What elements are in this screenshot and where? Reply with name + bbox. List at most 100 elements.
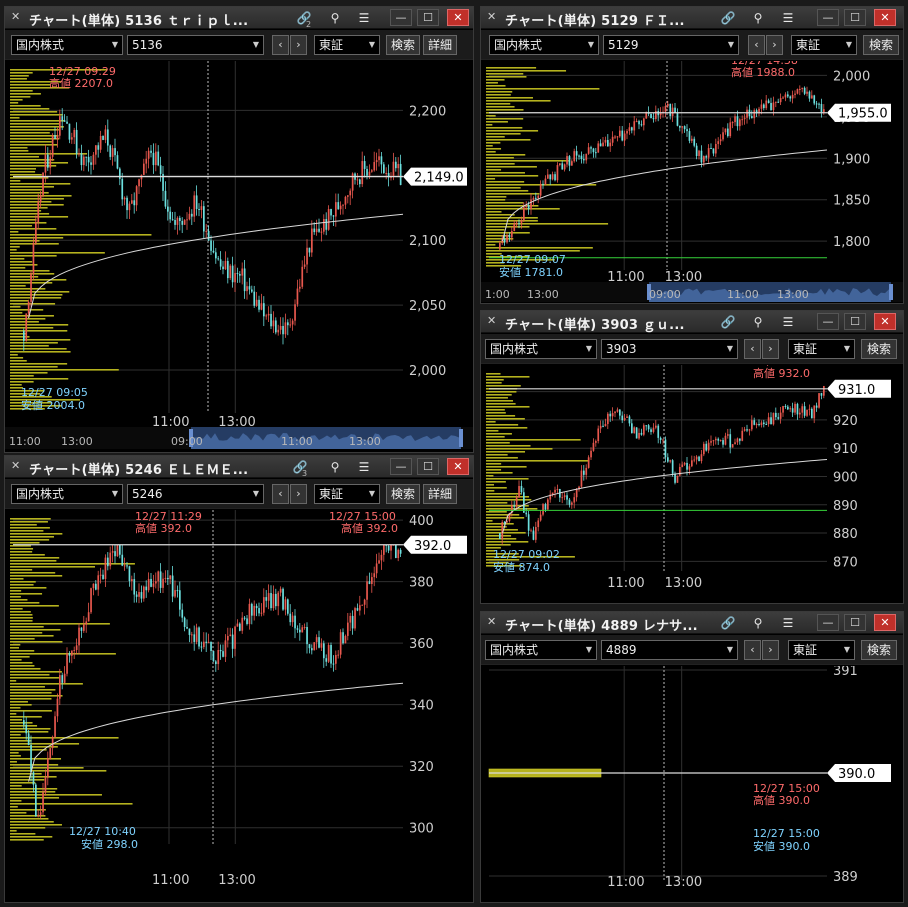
candle-body xyxy=(717,438,720,441)
volume-profile-bar xyxy=(486,400,514,402)
pin-icon[interactable]: ✕ xyxy=(11,459,25,473)
link-icon[interactable]: 🔗 xyxy=(719,9,737,27)
candle-body xyxy=(707,442,710,451)
candle-body xyxy=(380,554,383,561)
menu-icon[interactable]: ☰ xyxy=(355,458,373,476)
menu-icon[interactable]: ☰ xyxy=(779,614,797,632)
high-price-label: 高値 2207.0 xyxy=(49,76,113,90)
price-chart[interactable]: 2,2002,1502,1002,0502,00011:0013:002,149… xyxy=(5,61,473,452)
close-button[interactable]: ✕ xyxy=(874,9,896,26)
minimize-button[interactable]: — xyxy=(390,9,412,26)
prev-button[interactable]: ‹ xyxy=(272,484,289,504)
title-bar[interactable]: ✕ チャート(単体) 3903 ｇｕ... 🔗 ⚲ ☰ — ☐ ✕ xyxy=(481,311,903,333)
price-chart[interactable]: 2,0001,9501,9001,8501,80011:0013:001,955… xyxy=(481,61,903,303)
candle-body xyxy=(323,219,325,232)
maximize-button[interactable]: ☐ xyxy=(844,313,866,330)
candle-body xyxy=(631,127,633,131)
title-bar[interactable]: ✕ チャート(単体) 5129 ＦＩ... 🔗 ⚲ ☰ — ☐ ✕ xyxy=(481,7,903,29)
price-chart[interactable]: 93092091090089088087011:0013:00931.012/2… xyxy=(481,365,903,603)
close-button[interactable]: ✕ xyxy=(874,614,896,631)
minimize-button[interactable]: — xyxy=(817,614,839,631)
volume-profile-bar xyxy=(10,366,58,368)
code-select[interactable]: 5136 ▼ xyxy=(127,35,264,55)
pin-icon[interactable]: ✕ xyxy=(487,615,501,629)
maximize-button[interactable]: ☐ xyxy=(844,9,866,26)
search-button[interactable]: 検索 xyxy=(386,35,420,55)
title-bar[interactable]: ✕ チャート(単体) 5136 ｔｒｉｐｌ... 🔗 2 ⚲ ☰ — ☐ ✕ xyxy=(5,7,473,29)
market-select[interactable]: 国内株式 ▼ xyxy=(485,339,597,359)
next-button[interactable]: › xyxy=(766,35,783,55)
volume-profile-bar xyxy=(486,202,524,204)
exchange-select[interactable]: 東証 ▼ xyxy=(788,339,855,359)
volume-profile-bar xyxy=(10,653,116,655)
pin-icon[interactable]: ✕ xyxy=(487,314,501,328)
market-select[interactable]: 国内株式 ▼ xyxy=(11,35,123,55)
candle-body xyxy=(635,121,638,123)
price-chart[interactable]: 400 380 360 340 320 300 11:00 13:00 392.0 12/27 1… xyxy=(5,510,473,902)
code-select[interactable]: 5129 ▼ xyxy=(603,35,739,55)
next-button[interactable]: › xyxy=(290,35,307,55)
minimize-button[interactable]: — xyxy=(817,313,839,330)
chart-window-5246: ✕ チャート(単体) 5246 ＥＬＥＭＥ... 🔗 3 ⚲ ☰ — ☐ ✕ 国内… xyxy=(4,455,474,903)
close-button[interactable]: ✕ xyxy=(874,313,896,330)
volume-profile-bar xyxy=(10,105,41,107)
exchange-select[interactable]: 東証 ▼ xyxy=(314,35,380,55)
exchange-select[interactable]: 東証 ▼ xyxy=(788,640,855,660)
menu-icon[interactable]: ☰ xyxy=(779,313,797,331)
volume-profile-bar xyxy=(10,231,19,233)
price-axis-label: 320 xyxy=(409,760,434,775)
price-chart[interactable]: 391 389 11:00 13:00 390.0 12/27 15:00 高値 390.0… xyxy=(481,666,903,902)
search-button[interactable]: 検索 xyxy=(861,339,897,359)
market-select[interactable]: 国内株式 ▼ xyxy=(11,484,123,504)
candle-body xyxy=(215,252,217,259)
search-icon[interactable]: ⚲ xyxy=(749,313,767,331)
search-icon[interactable]: ⚲ xyxy=(749,9,767,27)
prev-button[interactable]: ‹ xyxy=(272,35,289,55)
exchange-select[interactable]: 東証 ▼ xyxy=(314,484,380,504)
pin-icon[interactable]: ✕ xyxy=(11,10,25,24)
prev-button[interactable]: ‹ xyxy=(748,35,765,55)
minimize-button[interactable]: — xyxy=(817,9,839,26)
search-icon[interactable]: ⚲ xyxy=(326,458,344,476)
market-select[interactable]: 国内株式 ▼ xyxy=(489,35,599,55)
candle-body xyxy=(683,462,686,465)
price-axis-label: 2,200 xyxy=(409,104,446,119)
search-icon[interactable]: ⚲ xyxy=(326,9,344,27)
prev-button[interactable]: ‹ xyxy=(744,339,761,359)
menu-icon[interactable]: ☰ xyxy=(355,9,373,27)
code-select[interactable]: 5246 ▼ xyxy=(127,484,264,504)
minimize-button[interactable]: — xyxy=(390,458,412,475)
search-button[interactable]: 検索 xyxy=(386,484,420,504)
detail-button[interactable]: 詳細 xyxy=(423,484,457,504)
maximize-button[interactable]: ☐ xyxy=(417,458,439,475)
link-icon[interactable]: 🔗 2 xyxy=(295,9,313,29)
title-bar[interactable]: ✕ チャート(単体) 4889 レナサ... 🔗 ⚲ ☰ — ☐ ✕ xyxy=(481,612,903,634)
volume-profile-bar xyxy=(486,76,527,78)
search-button[interactable]: 検索 xyxy=(861,640,897,660)
market-select[interactable]: 国内株式 ▼ xyxy=(485,640,597,660)
maximize-button[interactable]: ☐ xyxy=(417,9,439,26)
search-button[interactable]: 検索 xyxy=(863,35,899,55)
search-icon[interactable]: ⚲ xyxy=(749,614,767,632)
candle-body xyxy=(815,405,818,408)
maximize-button[interactable]: ☐ xyxy=(844,614,866,631)
detail-button[interactable]: 詳細 xyxy=(423,35,457,55)
link-icon[interactable]: 🔗 3 xyxy=(291,458,309,478)
link-icon[interactable]: 🔗 xyxy=(719,614,737,632)
exchange-select[interactable]: 東証 ▼ xyxy=(791,35,857,55)
next-button[interactable]: › xyxy=(762,339,779,359)
menu-icon[interactable]: ☰ xyxy=(779,9,797,27)
candle-body xyxy=(753,110,756,119)
next-button[interactable]: › xyxy=(762,640,779,660)
title-bar[interactable]: ✕ チャート(単体) 5246 ＥＬＥＭＥ... 🔗 3 ⚲ ☰ — ☐ ✕ xyxy=(5,456,473,478)
pin-icon[interactable]: ✕ xyxy=(487,10,501,24)
link-icon[interactable]: 🔗 xyxy=(719,313,737,331)
prev-button[interactable]: ‹ xyxy=(744,640,761,660)
volume-profile-bar xyxy=(486,454,508,456)
candle-body xyxy=(791,408,794,413)
code-select[interactable]: 4889 ▼ xyxy=(601,640,738,660)
code-select[interactable]: 3903 ▼ xyxy=(601,339,738,359)
close-button[interactable]: ✕ xyxy=(447,458,469,475)
close-button[interactable]: ✕ xyxy=(447,9,469,26)
next-button[interactable]: › xyxy=(290,484,307,504)
